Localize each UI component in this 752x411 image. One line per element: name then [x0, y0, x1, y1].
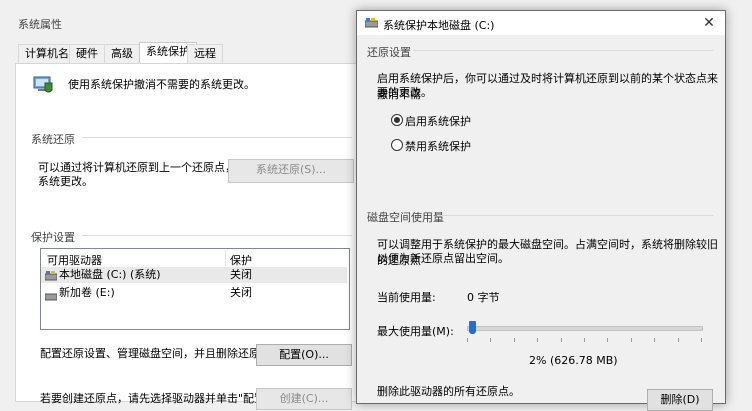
drive-c-icon: [44, 270, 58, 286]
create-description: 若要创建还原点，请先选择驱动器并单击"配置"来: [40, 392, 282, 405]
max-usage-label: 最大使用量(M):: [377, 325, 454, 338]
protection-settings-heading: 保护设置: [31, 231, 75, 244]
slider-tick: [513, 338, 515, 342]
slider-tick: [654, 338, 656, 342]
create-button[interactable]: 创建(C)...: [256, 388, 352, 410]
drive-name: 本地磁盘 (C:) (系统): [59, 268, 161, 281]
restore-settings-description-2: 要的更改。: [377, 86, 432, 99]
dialog-title: 系统保护本地磁盘 (C:): [383, 19, 495, 32]
window-title: 系统属性: [18, 18, 62, 31]
slider-tick: [584, 338, 585, 342]
table-row[interactable]: 新加卷 (E:) 关闭: [41, 285, 347, 301]
enable-protection-label[interactable]: 启用系统保护: [405, 113, 471, 129]
tab-computer-name[interactable]: 计算机名: [18, 44, 76, 63]
close-icon[interactable]: ✕: [699, 13, 719, 33]
drive-e-icon: [44, 290, 58, 306]
system-protection-icon: [32, 74, 54, 96]
dialog-titlebar[interactable]: 系统保护本地磁盘 (C:) ✕: [357, 11, 725, 35]
dialog-drive-icon: [364, 18, 379, 31]
current-usage-label: 当前使用量:: [377, 291, 436, 304]
slider-tick: [467, 338, 468, 342]
tab-remote[interactable]: 远程: [187, 44, 223, 63]
disk-space-heading: 磁盘空间使用量: [367, 211, 444, 224]
divider: [82, 137, 352, 138]
current-usage-value: 0 字节: [467, 291, 500, 304]
configure-button[interactable]: 配置(O)...: [256, 344, 352, 366]
tab-hardware[interactable]: 硬件: [69, 44, 105, 63]
system-restore-description-2: 系统更改。: [38, 175, 93, 188]
max-usage-readout: 2% (626.78 MB): [529, 354, 618, 367]
disk-space-description-2: 以便为新还原点留出空间。: [377, 252, 509, 265]
slider-thumb[interactable]: [468, 321, 476, 334]
table-row[interactable]: 本地磁盘 (C:) (系统) 关闭: [41, 267, 347, 283]
disable-protection-label[interactable]: 禁用系统保护: [405, 138, 471, 154]
slider-tick: [607, 338, 609, 342]
configure-description: 配置还原设置、管理磁盘空间，并且删除还原点。: [40, 347, 282, 360]
restore-settings-heading: 还原设置: [367, 46, 411, 59]
system-protection-dialog: 系统保护本地磁盘 (C:) ✕ 还原设置 启用系统保护后，你可以通过及时将计算机…: [356, 10, 726, 411]
delete-description: 删除此驱动器的所有还原点。: [377, 385, 520, 398]
divider: [413, 50, 713, 51]
column-divider: [225, 250, 226, 266]
slider-tick: [537, 338, 539, 342]
slider-tick: [677, 338, 679, 342]
column-header-drives[interactable]: 可用驱动器: [47, 252, 102, 268]
column-header-protection[interactable]: 保护: [230, 252, 252, 268]
system-restore-heading: 系统还原: [31, 133, 75, 146]
slider-tick: [701, 338, 702, 342]
intro-text: 使用系统保护撤消不需要的系统更改。: [68, 78, 255, 91]
enable-protection-radio[interactable]: [391, 114, 403, 126]
tab-advanced[interactable]: 高级: [104, 44, 140, 63]
system-restore-button[interactable]: 系统还原(S)...: [228, 159, 354, 183]
divider: [437, 215, 713, 216]
max-usage-slider[interactable]: [467, 326, 703, 331]
disable-protection-radio[interactable]: [391, 139, 403, 151]
drive-protection-status: 关闭: [230, 286, 252, 299]
drive-protection-status: 关闭: [230, 268, 252, 281]
slider-tick: [490, 338, 492, 342]
drive-name: 新加卷 (E:): [59, 286, 115, 299]
delete-button[interactable]: 删除(D): [647, 389, 713, 411]
slider-tick: [630, 338, 632, 342]
slider-tick: [560, 338, 562, 342]
divider: [82, 235, 352, 236]
